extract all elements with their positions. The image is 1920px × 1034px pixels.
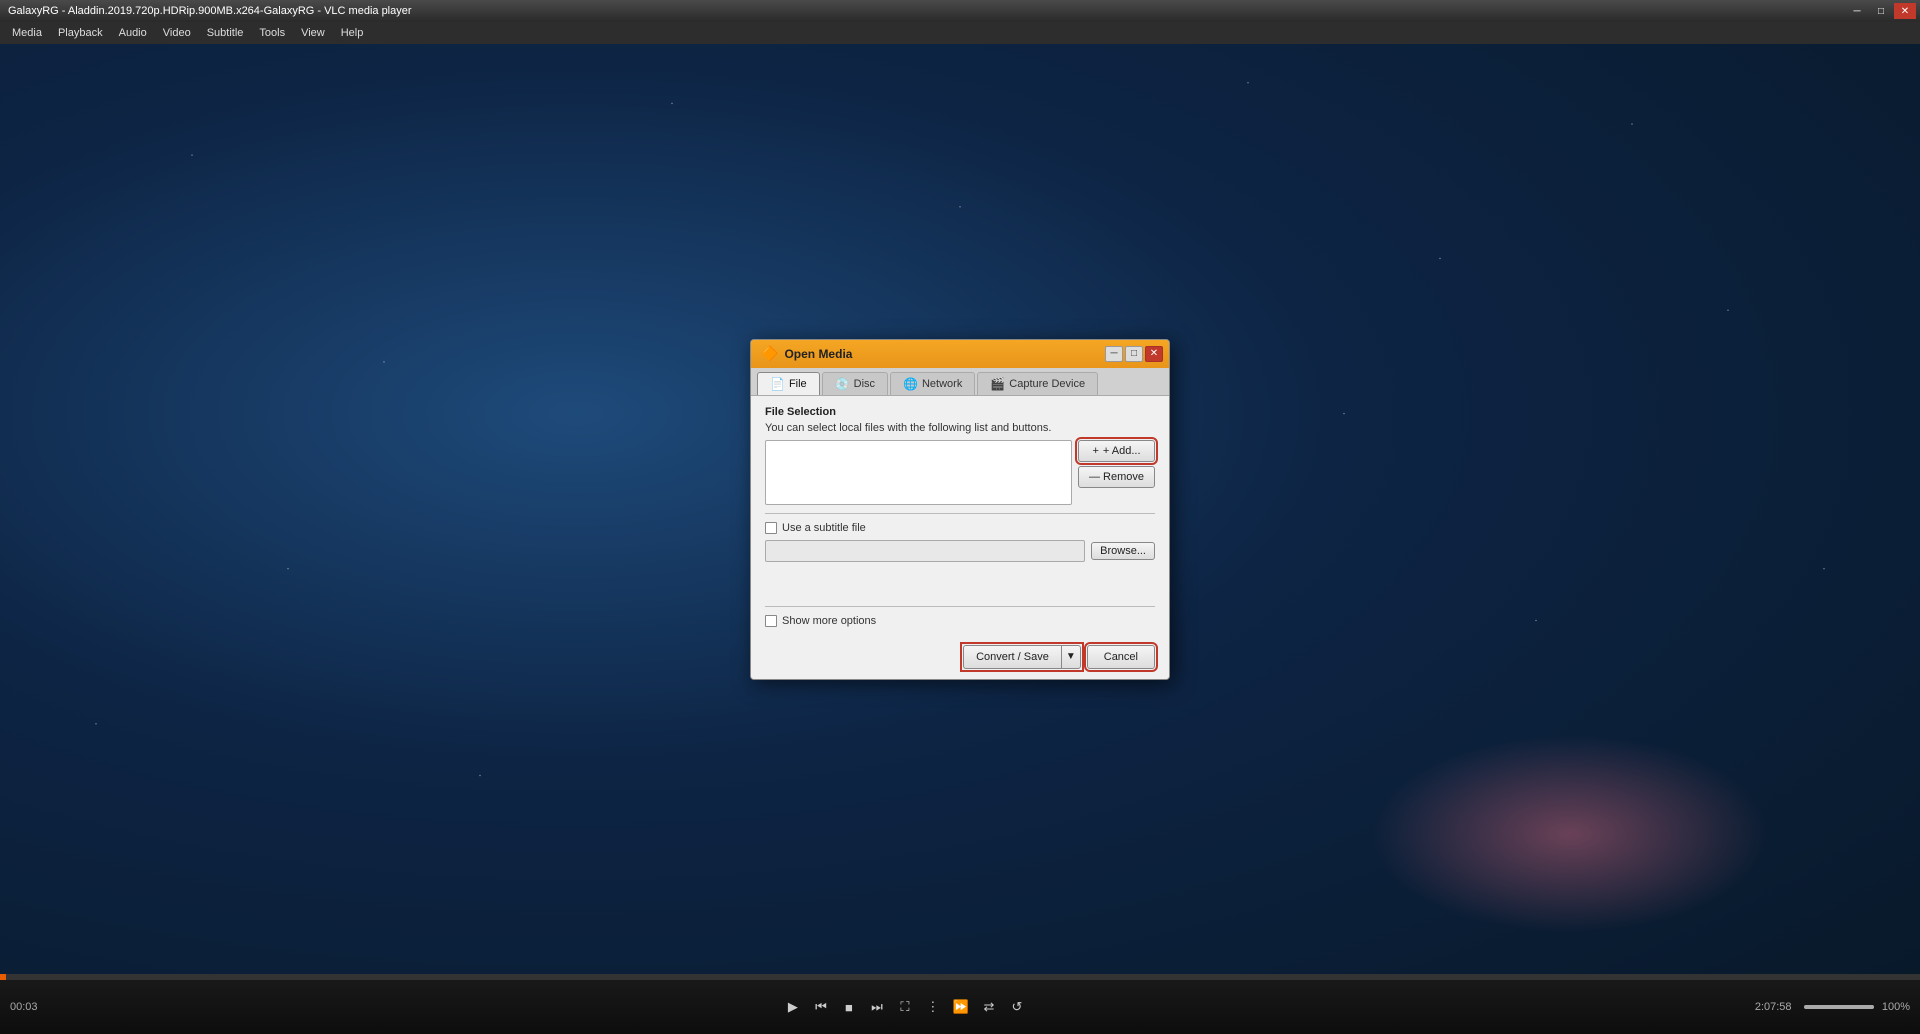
file-tab-icon: 📄	[770, 377, 785, 391]
minimize-button[interactable]: ─	[1846, 3, 1868, 19]
dialog-title-controls: ─ □ ✕	[1105, 346, 1163, 362]
shuffle-button[interactable]: ⇄	[977, 995, 1001, 1019]
menu-video[interactable]: Video	[155, 22, 199, 44]
menu-help[interactable]: Help	[333, 22, 372, 44]
menubar: Media Playback Audio Video Subtitle Tool…	[0, 22, 1920, 44]
time-current: 00:03	[10, 1001, 55, 1013]
add-button[interactable]: + + Add...	[1078, 440, 1155, 462]
remove-label: — Remove	[1089, 471, 1144, 483]
tab-network-label: Network	[922, 378, 962, 390]
controls-center: ▶ ⏮ ■ ⏭ ⛶ ⋮ ⏩ ⇄ ↺	[781, 995, 1029, 1019]
tab-capture[interactable]: 🎬 Capture Device	[977, 372, 1098, 395]
frame-by-frame-button[interactable]: ⏩	[949, 995, 973, 1019]
convert-save-dropdown[interactable]: ▼	[1061, 645, 1081, 669]
tab-network[interactable]: 🌐 Network	[890, 372, 975, 395]
maximize-button[interactable]: □	[1870, 3, 1892, 19]
convert-save-button-wrap: Convert / Save ▼	[963, 645, 1081, 669]
subtitle-checkbox[interactable]	[765, 522, 777, 534]
tab-file-label: File	[789, 378, 807, 390]
browse-button[interactable]: Browse...	[1091, 542, 1155, 560]
menu-media[interactable]: Media	[4, 22, 50, 44]
menu-audio[interactable]: Audio	[111, 22, 155, 44]
tab-bar: 📄 File 💿 Disc 🌐 Network 🎬 Capture Device	[751, 368, 1169, 396]
dialog-title-label: Open Media	[784, 347, 852, 361]
menu-playback[interactable]: Playback	[50, 22, 111, 44]
subtitle-checkbox-area: Use a subtitle file	[765, 522, 1155, 534]
remove-button[interactable]: — Remove	[1078, 466, 1155, 488]
volume-fill	[1804, 1005, 1874, 1009]
titlebar: GalaxyRG - Aladdin.2019.720p.HDRip.900MB…	[0, 0, 1920, 22]
section-description: You can select local files with the foll…	[765, 422, 1155, 434]
show-more-checkbox[interactable]	[765, 615, 777, 627]
titlebar-controls: ─ □ ✕	[1846, 3, 1916, 19]
add-icon: +	[1092, 445, 1098, 457]
spacer	[765, 568, 1155, 598]
show-more-row: Show more options	[765, 615, 1155, 627]
tab-disc[interactable]: 💿 Disc	[822, 372, 888, 395]
control-bar: 00:03 ▶ ⏮ ■ ⏭ ⛶ ⋮ ⏩ ⇄ ↺ 2:07:58 100%	[0, 974, 1920, 1034]
dialog-maximize-button[interactable]: □	[1125, 346, 1143, 362]
dialog-footer: Convert / Save ▼ Cancel	[751, 637, 1169, 679]
file-buttons: + + Add... — Remove	[1078, 440, 1155, 505]
controls-right: 2:07:58 100%	[1755, 1001, 1910, 1013]
volume-percent: 100%	[1882, 1001, 1910, 1013]
play-button[interactable]: ▶	[781, 995, 805, 1019]
show-more-label: Show more options	[782, 615, 876, 627]
divider-1	[765, 513, 1155, 514]
subtitle-row: Browse...	[765, 540, 1155, 562]
prev-button[interactable]: ⏮	[809, 995, 833, 1019]
dialog-title: 🔶 Open Media	[761, 345, 852, 362]
cancel-button[interactable]: Cancel	[1087, 645, 1155, 669]
close-button[interactable]: ✕	[1894, 3, 1916, 19]
menu-subtitle[interactable]: Subtitle	[199, 22, 252, 44]
stop-button[interactable]: ■	[837, 995, 861, 1019]
section-title: File Selection	[765, 406, 1155, 418]
menu-tools[interactable]: Tools	[251, 22, 293, 44]
file-list[interactable]	[765, 440, 1072, 505]
titlebar-title: GalaxyRG - Aladdin.2019.720p.HDRip.900MB…	[4, 5, 412, 17]
tab-capture-label: Capture Device	[1009, 378, 1085, 390]
open-media-dialog: 🔶 Open Media ─ □ ✕ 📄 File 💿 Disc 🌐 Netwo…	[750, 339, 1170, 680]
subtitle-input[interactable]	[765, 540, 1085, 562]
time-total: 2:07:58	[1755, 1001, 1800, 1013]
capture-tab-icon: 🎬	[990, 377, 1005, 391]
tab-disc-label: Disc	[854, 378, 875, 390]
dialog-close-button[interactable]: ✕	[1145, 346, 1163, 362]
divider-2	[765, 606, 1155, 607]
tab-file[interactable]: 📄 File	[757, 372, 820, 395]
extended-button[interactable]: ⋮	[921, 995, 945, 1019]
progress-bar[interactable]	[0, 974, 1920, 980]
network-tab-icon: 🌐	[903, 377, 918, 391]
volume-slider[interactable]	[1804, 1005, 1874, 1009]
add-label: + Add...	[1103, 445, 1141, 457]
file-area: + + Add... — Remove	[765, 440, 1155, 505]
progress-fill	[0, 974, 6, 980]
dialog-overlay: 🔶 Open Media ─ □ ✕ 📄 File 💿 Disc 🌐 Netwo…	[0, 44, 1920, 974]
fullscreen-button[interactable]: ⛶	[893, 995, 917, 1019]
vlc-icon: 🔶	[761, 345, 778, 362]
dialog-titlebar: 🔶 Open Media ─ □ ✕	[751, 340, 1169, 368]
disc-tab-icon: 💿	[835, 377, 850, 391]
dialog-minimize-button[interactable]: ─	[1105, 346, 1123, 362]
menu-view[interactable]: View	[293, 22, 333, 44]
dialog-content: File Selection You can select local file…	[751, 396, 1169, 637]
controls-left: 00:03	[10, 1001, 55, 1013]
convert-save-button[interactable]: Convert / Save	[963, 645, 1061, 669]
controls-row: 00:03 ▶ ⏮ ■ ⏭ ⛶ ⋮ ⏩ ⇄ ↺ 2:07:58 100%	[0, 980, 1920, 1034]
next-button[interactable]: ⏭	[865, 995, 889, 1019]
subtitle-checkbox-label: Use a subtitle file	[782, 522, 866, 534]
loop-button[interactable]: ↺	[1005, 995, 1029, 1019]
